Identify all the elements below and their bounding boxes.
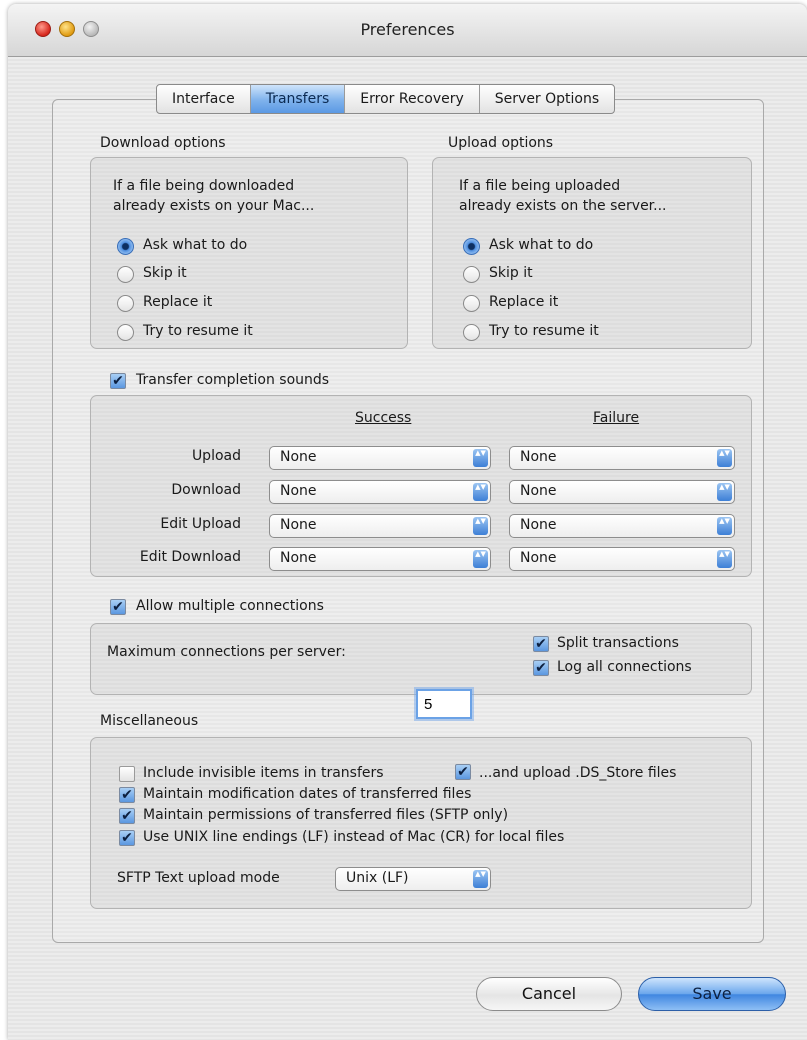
permissions-label: Maintain permissions of transferred file… bbox=[143, 807, 509, 823]
transfer-sounds-label: Transfer completion sounds bbox=[136, 372, 330, 388]
ds-store-label: ...and upload .DS_Store files bbox=[479, 765, 677, 781]
download-radio-ask[interactable] bbox=[117, 238, 134, 255]
download-prompt-line2: already exists on your Mac... bbox=[113, 198, 315, 214]
sound-row-edit-upload-label: Edit Upload bbox=[160, 516, 241, 532]
popup-arrows-icon: ▲▼ bbox=[717, 517, 732, 535]
download-prompt-line1: If a file being downloaded bbox=[113, 178, 295, 194]
miscellaneous-group: Include invisible items in transfers ✔ .… bbox=[90, 737, 752, 909]
unix-line-endings-label: Use UNIX line endings (LF) instead of Ma… bbox=[143, 829, 565, 845]
sound-row-edit-download-label: Edit Download bbox=[139, 549, 241, 565]
invisible-items-label: Include invisible items in transfers bbox=[143, 765, 384, 781]
download-option-resume-label: Try to resume it bbox=[143, 323, 253, 339]
edit-upload-failure-sound-popup[interactable]: None ▲▼ bbox=[509, 514, 735, 538]
connections-group: Maximum connections per server: ✔ Split … bbox=[90, 623, 752, 695]
popup-value: None bbox=[520, 550, 557, 566]
popup-arrows-icon: ▲▼ bbox=[473, 870, 488, 888]
download-success-sound-popup[interactable]: None ▲▼ bbox=[269, 480, 491, 504]
sound-row-upload-label: Upload bbox=[191, 448, 241, 464]
popup-value: None bbox=[520, 449, 557, 465]
popup-arrows-icon: ▲▼ bbox=[717, 550, 732, 568]
upload-options-heading: Upload options bbox=[448, 135, 554, 151]
upload-prompt-line2: already exists on the server... bbox=[459, 198, 667, 214]
popup-value: None bbox=[520, 483, 557, 499]
popup-value: None bbox=[280, 517, 317, 533]
transfer-sounds-checkbox[interactable]: ✔ bbox=[110, 373, 126, 389]
popup-arrows-icon: ▲▼ bbox=[473, 550, 488, 568]
multiple-connections-checkbox[interactable]: ✔ bbox=[110, 599, 126, 615]
download-radio-resume[interactable] bbox=[117, 324, 134, 341]
save-button[interactable]: Save bbox=[638, 977, 786, 1011]
download-failure-sound-popup[interactable]: None ▲▼ bbox=[509, 480, 735, 504]
multiple-connections-label: Allow multiple connections bbox=[136, 598, 324, 614]
miscellaneous-heading: Miscellaneous bbox=[100, 713, 199, 729]
max-connections-input[interactable] bbox=[416, 689, 472, 719]
upload-option-skip-label: Skip it bbox=[489, 265, 533, 281]
download-option-skip-label: Skip it bbox=[143, 265, 187, 281]
invisible-items-checkbox[interactable] bbox=[119, 766, 135, 782]
success-column-header: Success bbox=[355, 410, 412, 426]
edit-download-success-sound-popup[interactable]: None ▲▼ bbox=[269, 547, 491, 571]
popup-value: Unix (LF) bbox=[346, 870, 409, 886]
upload-prompt-line1: If a file being uploaded bbox=[459, 178, 621, 194]
download-radio-skip[interactable] bbox=[117, 266, 134, 283]
split-transactions-checkbox[interactable]: ✔ bbox=[533, 636, 549, 652]
popup-value: None bbox=[280, 550, 317, 566]
preferences-window: Preferences Interface Transfers Error Re… bbox=[8, 4, 807, 1040]
popup-arrows-icon: ▲▼ bbox=[473, 449, 488, 467]
popup-arrows-icon: ▲▼ bbox=[717, 483, 732, 501]
upload-radio-replace[interactable] bbox=[463, 295, 480, 312]
tab-interface[interactable]: Interface bbox=[157, 85, 251, 113]
failure-column-header: Failure bbox=[593, 410, 640, 426]
upload-option-replace-label: Replace it bbox=[489, 294, 559, 310]
max-connections-label: Maximum connections per server: bbox=[107, 644, 346, 660]
upload-radio-resume[interactable] bbox=[463, 324, 480, 341]
upload-radio-skip[interactable] bbox=[463, 266, 480, 283]
log-connections-checkbox[interactable]: ✔ bbox=[533, 660, 549, 676]
upload-options-group: If a file being uploaded already exists … bbox=[432, 157, 752, 349]
upload-option-ask-label: Ask what to do bbox=[489, 237, 594, 253]
download-options-group: If a file being downloaded already exist… bbox=[90, 157, 408, 349]
log-connections-label: Log all connections bbox=[557, 659, 692, 675]
tab-bar: Interface Transfers Error Recovery Serve… bbox=[156, 84, 616, 114]
title-bar[interactable]: Preferences bbox=[8, 4, 807, 57]
popup-value: None bbox=[520, 517, 557, 533]
edit-download-failure-sound-popup[interactable]: None ▲▼ bbox=[509, 547, 735, 571]
window-content: Interface Transfers Error Recovery Serve… bbox=[8, 57, 807, 1040]
tab-server-options[interactable]: Server Options bbox=[480, 85, 614, 113]
popup-arrows-icon: ▲▼ bbox=[473, 483, 488, 501]
upload-failure-sound-popup[interactable]: None ▲▼ bbox=[509, 446, 735, 470]
sftp-mode-label: SFTP Text upload mode bbox=[117, 870, 280, 886]
ds-store-checkbox[interactable]: ✔ bbox=[455, 764, 471, 780]
modification-dates-label: Maintain modification dates of transferr… bbox=[143, 786, 472, 802]
modification-dates-checkbox[interactable]: ✔ bbox=[119, 787, 135, 803]
download-options-heading: Download options bbox=[100, 135, 226, 151]
popup-value: None bbox=[280, 483, 317, 499]
download-option-ask-label: Ask what to do bbox=[143, 237, 248, 253]
sftp-mode-popup[interactable]: Unix (LF) ▲▼ bbox=[335, 867, 491, 891]
popup-arrows-icon: ▲▼ bbox=[473, 517, 488, 535]
popup-value: None bbox=[280, 449, 317, 465]
upload-option-resume-label: Try to resume it bbox=[489, 323, 599, 339]
sound-row-download-label: Download bbox=[171, 482, 241, 498]
window-title: Preferences bbox=[360, 20, 455, 39]
tab-error-recovery[interactable]: Error Recovery bbox=[345, 85, 480, 113]
permissions-checkbox[interactable]: ✔ bbox=[119, 808, 135, 824]
download-radio-replace[interactable] bbox=[117, 295, 134, 312]
edit-upload-success-sound-popup[interactable]: None ▲▼ bbox=[269, 514, 491, 538]
sounds-group: Success Failure Upload None ▲▼ None ▲▼ Dow… bbox=[90, 395, 752, 577]
download-option-replace-label: Replace it bbox=[143, 294, 213, 310]
tab-transfers[interactable]: Transfers bbox=[250, 85, 346, 113]
split-transactions-label: Split transactions bbox=[557, 635, 679, 651]
upload-radio-ask[interactable] bbox=[463, 238, 480, 255]
upload-success-sound-popup[interactable]: None ▲▼ bbox=[269, 446, 491, 470]
unix-line-endings-checkbox[interactable]: ✔ bbox=[119, 830, 135, 846]
popup-arrows-icon: ▲▼ bbox=[717, 449, 732, 467]
cancel-button[interactable]: Cancel bbox=[476, 977, 622, 1011]
